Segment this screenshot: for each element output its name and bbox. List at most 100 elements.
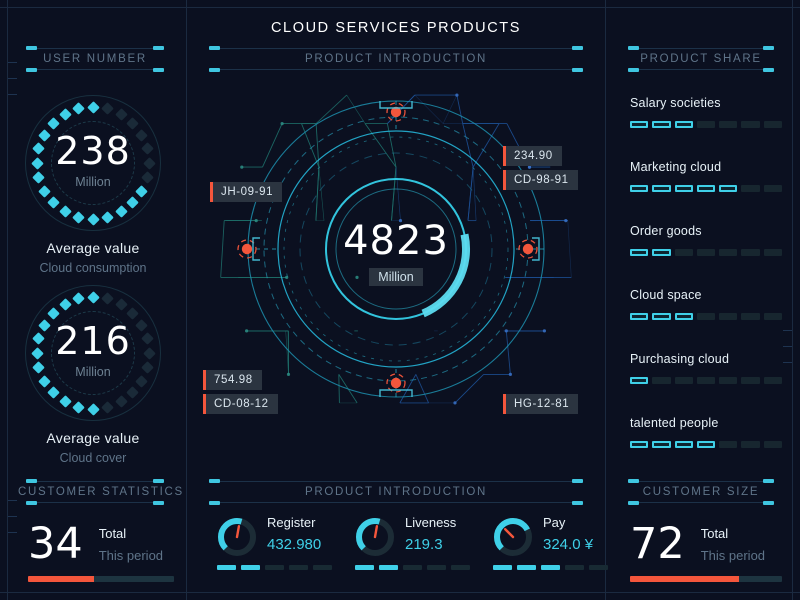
gauge-segment xyxy=(47,386,60,399)
metric-segment xyxy=(313,565,332,570)
gauge-segment xyxy=(86,212,100,226)
left-sidebar: USER NUMBER 238 Million Average value Cl… xyxy=(0,0,186,600)
stat-value: 72 xyxy=(630,519,685,569)
share-segment xyxy=(674,121,693,128)
stat-customer-statistics: 34 Total This period xyxy=(28,523,163,566)
gauge-caption-main: Average value xyxy=(46,430,140,446)
share-segment xyxy=(696,249,716,256)
header-cap xyxy=(209,501,220,505)
section-title: PRODUCT SHARE xyxy=(640,53,762,65)
share-item[interactable]: talented people xyxy=(630,416,782,448)
share-segment xyxy=(719,185,738,192)
share-segment xyxy=(674,249,693,256)
share-segment xyxy=(674,313,693,320)
stat-value: 34 xyxy=(28,519,83,569)
share-item[interactable]: Order goods xyxy=(630,224,782,256)
metric-segment xyxy=(241,565,260,570)
header-rule-top xyxy=(213,48,579,49)
share-segment xyxy=(763,377,782,384)
metric-segment-bar xyxy=(355,565,470,570)
right-sidebar: PRODUCT SHARE Salary societies Marketing … xyxy=(606,0,800,600)
gauge-caption-1: Average value Cloud consumption xyxy=(0,240,186,275)
metric-liveness[interactable]: Liveness 219.3 xyxy=(355,513,481,577)
gauge-segment xyxy=(126,196,139,209)
share-segment xyxy=(741,249,760,256)
header-cap xyxy=(26,479,37,483)
share-segment xyxy=(719,441,738,448)
share-segment xyxy=(719,377,738,384)
share-item-bars xyxy=(630,441,782,448)
gauge-segment xyxy=(72,400,85,414)
gauge-segment xyxy=(126,117,139,130)
share-segment xyxy=(630,185,649,192)
header-cap xyxy=(209,479,220,483)
header-rule-bottom xyxy=(30,69,160,70)
share-item[interactable]: Purchasing cloud xyxy=(630,352,782,384)
metric-dial xyxy=(217,517,257,557)
metric-segment xyxy=(379,565,398,570)
header-rule-bottom xyxy=(213,502,579,503)
stat-progress-fill xyxy=(28,576,94,582)
share-segment xyxy=(696,441,716,448)
header-cap xyxy=(153,479,164,483)
share-segment xyxy=(652,249,671,256)
section-header-user-number: USER NUMBER xyxy=(18,46,172,72)
metric-segment xyxy=(493,565,512,570)
header-cap xyxy=(628,479,639,483)
header-rule-top xyxy=(30,48,160,49)
globe-tag[interactable]: HG-12-81 xyxy=(503,394,579,414)
metric-pay[interactable]: Pay 324.0 ¥ xyxy=(493,513,619,577)
header-cap xyxy=(209,68,220,72)
metric-register[interactable]: Register 432.980 xyxy=(217,513,343,577)
globe-tag[interactable]: CD-08-12 xyxy=(203,394,278,414)
header-rule-bottom xyxy=(213,69,579,70)
globe-visualization[interactable]: 4823 Million JH-09-91 234.90 CD-98-91 754.9… xyxy=(190,76,602,476)
stat-sublabel: This period xyxy=(98,548,164,563)
share-segment xyxy=(741,441,760,448)
share-item-bars xyxy=(630,249,782,256)
share-segment xyxy=(763,313,782,320)
share-item-bars xyxy=(630,377,782,384)
gauge-segment xyxy=(47,117,60,130)
header-cap xyxy=(209,46,220,50)
header-rule-bottom xyxy=(632,69,770,70)
share-item-bars xyxy=(630,313,782,320)
gauge-segment xyxy=(58,108,72,121)
share-segment xyxy=(652,441,671,448)
metric-segment xyxy=(427,565,446,570)
gauge-caption-2: Average value Cloud cover xyxy=(0,430,186,465)
globe-tag-label: CD-08-12 xyxy=(214,398,269,410)
metric-value: 432.980 xyxy=(267,536,322,553)
share-segment xyxy=(652,313,671,320)
metric-value: 324.0 ¥ xyxy=(543,536,594,553)
section-title: CUSTOMER STATISTICS xyxy=(18,486,184,498)
share-segment xyxy=(763,121,782,128)
header-cap xyxy=(763,479,774,483)
globe-tag[interactable]: JH-09-91 xyxy=(210,182,283,202)
header-rule-bottom xyxy=(30,502,160,503)
stat-progress-bar xyxy=(630,576,782,582)
metric-dial xyxy=(493,517,533,557)
gauge-unit: Million xyxy=(75,365,111,379)
share-item[interactable]: Marketing cloud xyxy=(630,160,782,192)
stat-label: Total xyxy=(700,526,729,541)
gauge-segment xyxy=(72,210,85,224)
share-segment xyxy=(652,121,671,128)
header-cap xyxy=(153,68,164,72)
share-item-label: Marketing cloud xyxy=(630,160,722,174)
globe-tag[interactable]: 234.90 xyxy=(503,146,562,166)
header-cap xyxy=(763,46,774,50)
section-header-customer-statistics: CUSTOMER STATISTICS xyxy=(18,479,184,505)
share-item[interactable]: Salary societies xyxy=(630,96,782,128)
share-item[interactable]: Cloud space xyxy=(630,288,782,320)
share-segment xyxy=(674,377,693,384)
header-cap xyxy=(26,68,37,72)
header-cap xyxy=(628,46,639,50)
gauge-segment xyxy=(47,196,60,209)
header-rule-top xyxy=(213,481,579,482)
globe-tag[interactable]: 754.98 xyxy=(203,370,262,390)
share-segment xyxy=(763,441,782,448)
share-segment xyxy=(696,121,716,128)
globe-tag[interactable]: CD-98-91 xyxy=(503,170,578,190)
gauge-segment xyxy=(86,402,100,416)
